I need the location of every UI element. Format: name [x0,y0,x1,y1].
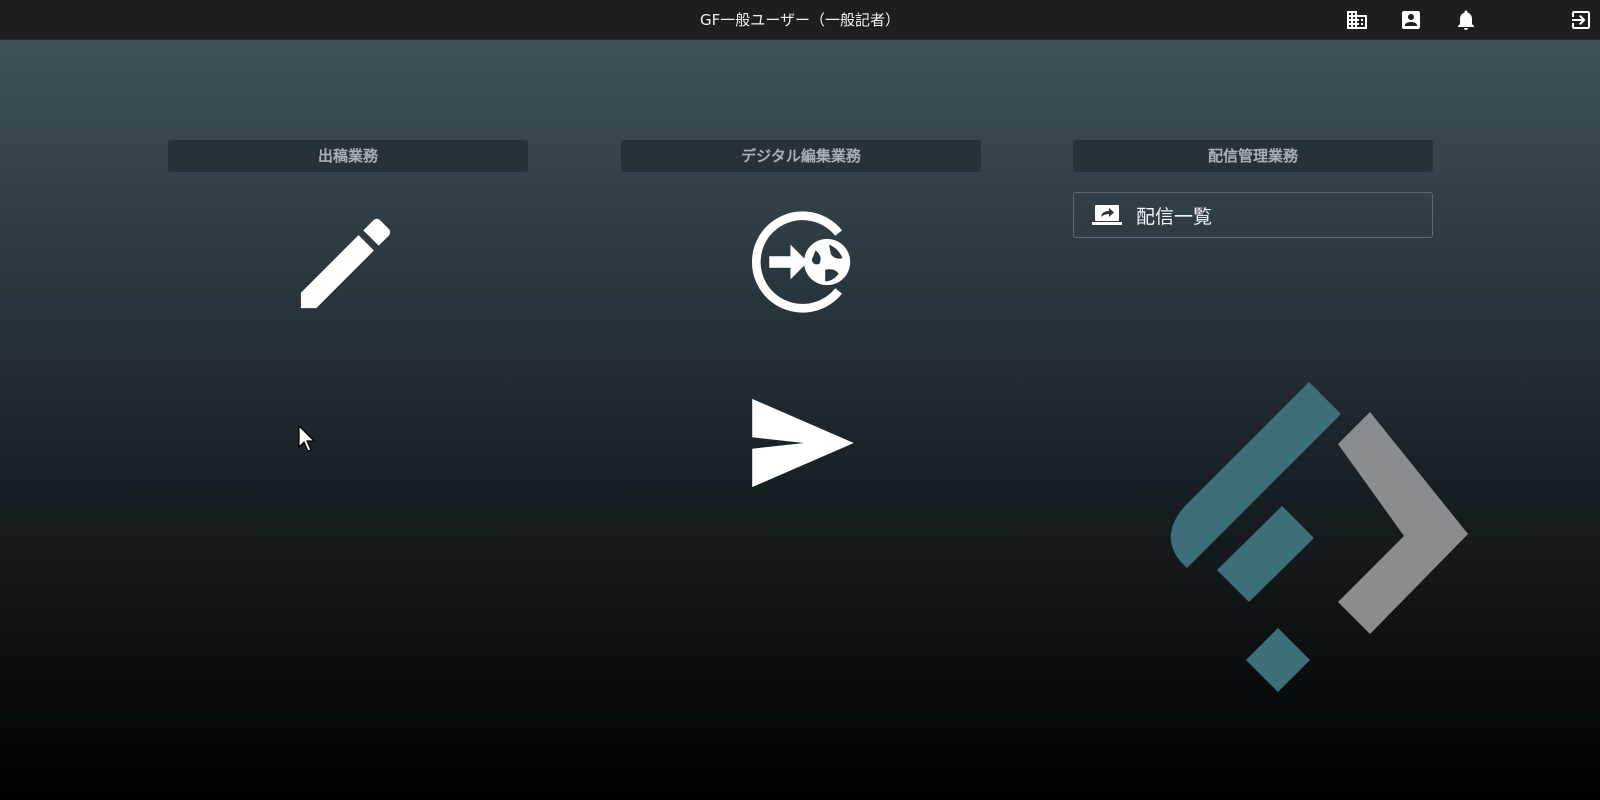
distribution-list-button[interactable]: 配信一覧 [1073,192,1433,238]
column-submission: 出稿業務 [168,140,528,172]
account-box-icon[interactable] [1398,7,1424,33]
distribution-list-label: 配信一覧 [1136,205,1213,228]
column-distribution: 配信管理業務 配信一覧 [1073,140,1433,238]
send-icon[interactable] [748,395,858,491]
column-header-submission: 出稿業務 [168,140,528,172]
top-bar: GF一般ユーザー（一般記者） [0,0,1600,40]
column-header-distribution: 配信管理業務 [1073,140,1433,172]
web-publish-icon[interactable] [748,210,858,314]
bell-icon[interactable] [1453,7,1479,33]
column-header-digital-edit: デジタル編集業務 [621,140,981,172]
laptop-share-icon [1092,203,1122,227]
mouse-cursor-icon [298,425,316,452]
column-digital-edit: デジタル編集業務 [621,140,981,172]
building-icon[interactable] [1344,7,1370,33]
logout-icon[interactable] [1568,7,1594,33]
brand-logo [1170,382,1468,692]
pencil-icon[interactable] [295,212,399,312]
